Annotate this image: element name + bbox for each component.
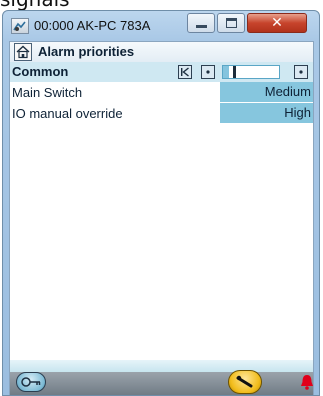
- parameter-label: Main Switch: [12, 85, 83, 100]
- alarm-bell-icon[interactable]: [300, 374, 313, 392]
- group-title: Common: [12, 64, 69, 79]
- background-caption: signals: [0, 0, 70, 10]
- first-page-button[interactable]: [178, 65, 192, 79]
- parameter-label: IO manual override: [12, 106, 123, 121]
- content-area: Alarm priorities Common Main Switch Medi…: [9, 41, 314, 395]
- parameter-row[interactable]: IO manual override High: [10, 103, 313, 123]
- close-button[interactable]: ✕: [247, 13, 307, 33]
- page-position-indicator[interactable]: [222, 65, 280, 79]
- login-button[interactable]: [16, 372, 46, 392]
- window-title: 00:000 AK-PC 783A: [34, 18, 151, 33]
- app-icon: [11, 18, 29, 34]
- close-icon: ✕: [271, 15, 283, 31]
- group-header: Common: [10, 62, 313, 82]
- parameter-row[interactable]: Main Switch Medium: [10, 82, 313, 103]
- indicator-thumb: [233, 66, 236, 78]
- parameter-value[interactable]: Medium: [220, 82, 313, 102]
- next-page-button[interactable]: [294, 65, 308, 79]
- footer-bar: [10, 360, 313, 395]
- app-window: 00:000 AK-PC 783A ✕ Alarm priorities Com…: [2, 10, 320, 396]
- parameter-value[interactable]: High: [220, 103, 313, 123]
- footer-highlight: [10, 360, 313, 372]
- page-title: Alarm priorities: [38, 44, 135, 59]
- next-page-icon: [299, 70, 303, 74]
- title-bar[interactable]: 00:000 AK-PC 783A ✕: [3, 11, 319, 41]
- home-button[interactable]: [14, 43, 32, 61]
- first-page-icon: [181, 67, 189, 77]
- previous-page-icon: [206, 70, 210, 74]
- minimize-button[interactable]: [187, 13, 215, 33]
- service-button[interactable]: [228, 370, 262, 394]
- maximize-button[interactable]: [217, 13, 245, 33]
- indicator-fill: [223, 66, 229, 78]
- maximize-icon: [226, 18, 237, 28]
- key-icon: [21, 377, 41, 387]
- minimize-icon: [196, 25, 207, 28]
- previous-page-button[interactable]: [201, 65, 215, 79]
- wrench-icon: [236, 375, 253, 388]
- page-header: Alarm priorities: [10, 42, 313, 62]
- home-icon: [16, 45, 30, 59]
